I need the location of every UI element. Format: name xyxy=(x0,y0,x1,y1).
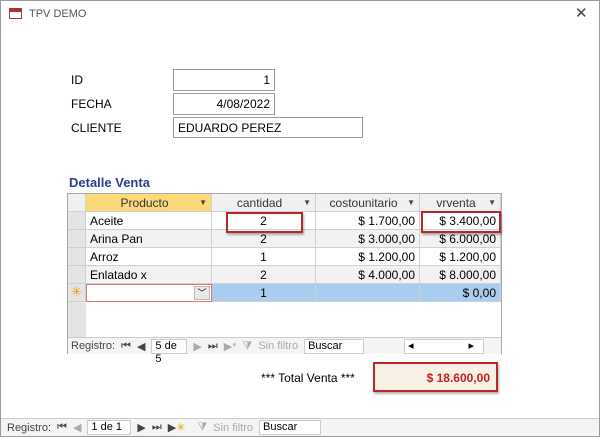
filter-button[interactable]: Sin filtro xyxy=(258,340,298,352)
nav-label: Registro: xyxy=(7,421,52,434)
id-label: ID xyxy=(71,73,83,87)
highlight-cantidad xyxy=(226,212,303,233)
filter-button[interactable]: Sin filtro xyxy=(213,422,253,434)
new-row[interactable]: ✳ ﹀ 1 $ 0,00 xyxy=(68,284,501,302)
col-label: vrventa xyxy=(436,196,476,210)
chevron-down-icon[interactable]: ﹀ xyxy=(194,286,210,300)
grid-header: Producto ▼ cantidad ▼ costounitario ▼ vrven… xyxy=(68,194,501,212)
selector-column xyxy=(68,302,86,338)
detalle-title: Detalle Venta xyxy=(69,175,150,190)
highlight-vrventa xyxy=(421,211,501,233)
cell-vrventa[interactable]: $ 8.000,00 xyxy=(420,266,501,284)
dropdown-arrow-icon[interactable]: ▼ xyxy=(199,198,207,207)
fecha-field[interactable]: 4/08/2022 xyxy=(173,93,275,115)
cliente-label: CLIENTE xyxy=(71,121,122,135)
total-label: *** Total Venta *** xyxy=(261,371,355,385)
form-icon xyxy=(9,8,22,19)
cell-producto[interactable]: Arina Pan xyxy=(86,230,212,248)
total-value: $ 18.600,00 xyxy=(426,371,490,385)
fecha-label: FECHA xyxy=(71,97,112,111)
cell-costounitario[interactable]: $ 3.000,00 xyxy=(316,230,420,248)
select-all[interactable] xyxy=(68,194,86,212)
first-record-icon[interactable]: ⏮ xyxy=(57,421,67,434)
dropdown-arrow-icon[interactable]: ▼ xyxy=(407,198,415,207)
col-label: Producto xyxy=(120,196,169,210)
producto-combo[interactable]: ﹀ xyxy=(86,284,212,302)
filter-icon[interactable]: ⧩ xyxy=(197,421,207,434)
new-record-nav-icon[interactable]: ▶* xyxy=(224,340,237,353)
record-position[interactable]: 5 de 5 xyxy=(151,338,188,365)
last-record-icon[interactable]: ⏭ xyxy=(152,421,162,434)
table-row[interactable]: Enlatado x 2 $ 4.000,00 $ 8.000,00 xyxy=(68,266,501,284)
cell-cantidad[interactable]: 1 xyxy=(212,248,316,266)
col-producto[interactable]: Producto ▼ xyxy=(86,194,212,212)
subform-nav: Registro: ⏮ ◀ 5 de 5 ▶ ⏭ ▶* ⧩ Sin filtro… xyxy=(68,337,501,365)
cell-costounitario[interactable]: $ 1.200,00 xyxy=(316,248,420,266)
cliente-field[interactable]: EDUARDO PEREZ xyxy=(173,117,363,138)
form-nav: Registro: ⏮ ◀ 1 de 1 ▶ ⏭ ▶✳ ⧩ Sin filtro… xyxy=(1,418,599,436)
row-selector[interactable] xyxy=(68,248,86,266)
close-icon[interactable]: ✕ xyxy=(575,4,588,22)
horizontal-scrollbar[interactable]: ◂ ▸ xyxy=(404,338,484,354)
cell-cantidad[interactable]: 2 xyxy=(212,266,316,284)
cell-vrventa[interactable]: $ 1.200,00 xyxy=(420,248,501,266)
row-selector[interactable] xyxy=(68,212,86,230)
col-label: cantidad xyxy=(236,196,283,210)
cell-producto[interactable]: Arroz xyxy=(86,248,212,266)
dropdown-arrow-icon[interactable]: ▼ xyxy=(488,198,496,207)
col-vrventa[interactable]: vrventa ▼ xyxy=(420,194,501,212)
cell-costounitario[interactable]: $ 4.000,00 xyxy=(316,266,420,284)
cell-producto[interactable]: Enlatado x xyxy=(86,266,212,284)
cell-producto[interactable]: Aceite xyxy=(86,212,212,230)
next-record-icon[interactable]: ▶ xyxy=(137,421,145,434)
cell-costounitario[interactable]: $ 1.700,00 xyxy=(316,212,420,230)
row-selector[interactable] xyxy=(68,266,86,284)
search-input[interactable]: Buscar xyxy=(304,338,365,354)
record-position[interactable]: 1 de 1 xyxy=(87,420,132,435)
next-record-icon[interactable]: ▶ xyxy=(193,340,201,353)
prev-record-icon[interactable]: ◀ xyxy=(137,340,145,353)
dropdown-arrow-icon[interactable]: ▼ xyxy=(303,198,311,207)
id-field[interactable]: 1 xyxy=(173,69,275,91)
first-record-icon[interactable]: ⏮ xyxy=(121,340,131,353)
search-input[interactable]: Buscar xyxy=(259,420,322,435)
col-cantidad[interactable]: cantidad ▼ xyxy=(212,194,316,212)
last-record-icon[interactable]: ⏭ xyxy=(208,340,218,353)
col-costounitario[interactable]: costounitario ▼ xyxy=(316,194,420,212)
new-record-nav-icon[interactable]: ▶✳ xyxy=(168,421,192,434)
prev-record-icon[interactable]: ◀ xyxy=(73,421,81,434)
new-record-icon: ✳ xyxy=(68,284,86,302)
nav-label: Registro: xyxy=(71,340,116,352)
cell-cantidad[interactable]: 1 xyxy=(212,284,316,302)
form-window: TPV DEMO ✕ ID 1 FECHA 4/08/2022 CLIENTE … xyxy=(0,0,600,437)
filter-icon[interactable]: ⧩ xyxy=(243,340,253,353)
title-bar: TPV DEMO ✕ xyxy=(1,1,599,27)
cell-costounitario[interactable] xyxy=(316,284,420,302)
row-selector[interactable] xyxy=(68,230,86,248)
window-title: TPV DEMO xyxy=(29,8,87,20)
cell-vrventa[interactable]: $ 0,00 xyxy=(420,284,501,302)
col-label: costounitario xyxy=(329,196,398,210)
table-row[interactable]: Arroz 1 $ 1.200,00 $ 1.200,00 xyxy=(68,248,501,266)
total-field: $ 18.600,00 xyxy=(373,362,498,392)
